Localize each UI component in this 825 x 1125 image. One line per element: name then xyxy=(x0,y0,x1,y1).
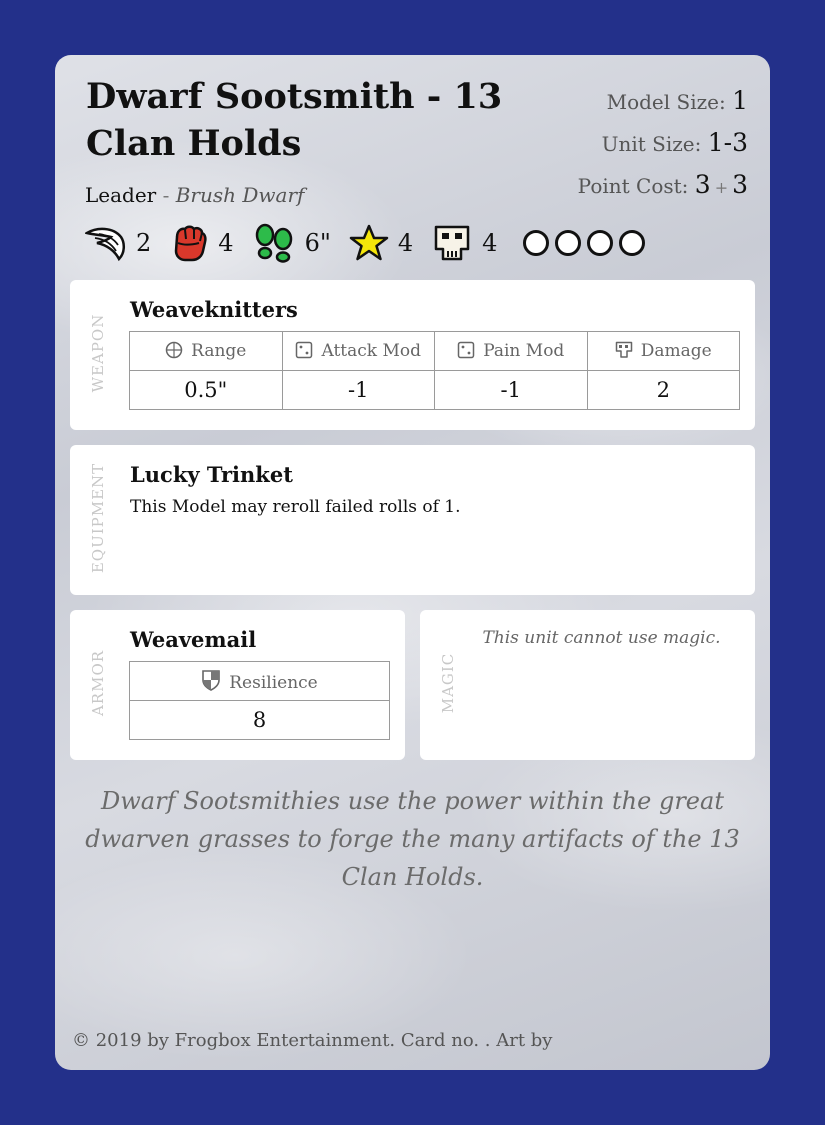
wound-circle[interactable] xyxy=(523,230,550,256)
magic-side-label: MAGIC xyxy=(439,652,457,714)
attack-mod-header: Attack Mod xyxy=(281,331,435,371)
range-value: 0.5" xyxy=(129,370,283,410)
point-cost-base: 3 xyxy=(694,170,711,199)
skull-icon xyxy=(434,225,470,261)
flavor-text: Dwarf Sootsmithies use the power within … xyxy=(85,787,740,891)
footprints-icon xyxy=(255,223,292,263)
table-header-row: Resilience xyxy=(129,661,390,701)
damage-label: Damage xyxy=(640,341,712,361)
stat-melee-value: 4 xyxy=(218,229,234,257)
armor-side-label: ARMOR xyxy=(89,649,107,717)
range-label: Range xyxy=(191,341,247,361)
unit-card: Dwarf Sootsmith - 13 Clan Holds Leader -… xyxy=(55,55,770,1070)
shield-icon xyxy=(202,670,221,691)
pain-mod-value: -1 xyxy=(434,370,588,410)
magic-text: This unit cannot use magic. xyxy=(482,628,721,648)
unit-role: Leader xyxy=(85,183,157,207)
point-cost-plus: + xyxy=(714,178,729,197)
table-row: 0.5" -1 -1 2 xyxy=(129,370,740,410)
card-subtitle: Leader - Brush Dwarf xyxy=(85,183,304,207)
resilience-label: Resilience xyxy=(229,673,318,693)
stat-movement-value: 6" xyxy=(304,229,331,257)
model-size: Model Size: 1 xyxy=(578,85,748,127)
equipment-side-label: EQUIPMENT xyxy=(89,462,107,574)
unit-meta: Model Size: 1 Unit Size: 1-3 Point Cost:… xyxy=(578,85,748,211)
armor-stats-table: Resilience 8 xyxy=(129,661,390,740)
point-cost: Point Cost: 3 +3 xyxy=(578,169,748,211)
die-icon xyxy=(457,341,475,359)
weapon-side-label: WEAPON xyxy=(89,313,107,393)
star-icon xyxy=(349,224,389,261)
unit-size-label: Unit Size: xyxy=(601,132,702,156)
point-cost-extra: 3 xyxy=(732,170,748,199)
point-cost-label: Point Cost: xyxy=(577,174,689,198)
range-header: Range xyxy=(129,331,283,371)
wound-circle[interactable] xyxy=(587,230,614,256)
stat-melee: 4 xyxy=(169,223,234,263)
stat-movement: 6" xyxy=(252,223,331,263)
weapon-panel: WEAPON Weaveknitters Range Attack Mod Pa… xyxy=(70,280,755,430)
crosshair-icon xyxy=(165,341,183,359)
stat-morale: 4 xyxy=(431,223,497,263)
table-header-row: Range Attack Mod Pain Mod Damage xyxy=(129,331,740,371)
die-icon xyxy=(296,341,313,359)
unit-size: Unit Size: 1-3 xyxy=(578,127,748,169)
card-title: Dwarf Sootsmith - 13 Clan Holds xyxy=(86,76,503,164)
damage-header: Damage xyxy=(586,331,740,371)
stat-flight: 2 xyxy=(85,223,151,263)
attack-mod-label: Attack Mod xyxy=(321,341,422,361)
weapon-stats-table: Range Attack Mod Pain Mod Damage 0.5" -1… xyxy=(129,331,740,410)
pain-mod-label: Pain Mod xyxy=(483,341,565,361)
card-footer: © 2019 by Frogbox Entertainment. Card no… xyxy=(72,1030,553,1051)
wound-circle[interactable] xyxy=(555,230,582,256)
model-size-label: Model Size: xyxy=(606,90,726,114)
resilience-header: Resilience xyxy=(129,661,390,701)
armor-name: Weavemail xyxy=(130,627,257,652)
equipment-text: This Model may reroll failed rolls of 1. xyxy=(130,497,461,517)
wing-icon xyxy=(85,227,125,262)
pain-mod-header: Pain Mod xyxy=(434,331,588,371)
damage-icon xyxy=(615,341,633,358)
armor-panel: ARMOR Weavemail Resilience 8 xyxy=(70,610,405,760)
damage-value: 2 xyxy=(586,370,740,410)
stat-skill-value: 4 xyxy=(397,229,414,257)
equipment-name: Lucky Trinket xyxy=(130,462,293,487)
model-size-value: 1 xyxy=(732,86,748,115)
equipment-panel: EQUIPMENT Lucky Trinket This Model may r… xyxy=(70,445,755,595)
wound-tracker xyxy=(523,230,651,256)
stat-skill: 4 xyxy=(349,223,413,263)
resilience-value: 8 xyxy=(129,700,390,740)
stat-flight-value: 2 xyxy=(136,229,152,257)
unit-size-value: 1-3 xyxy=(707,128,748,157)
weapon-name: Weaveknitters xyxy=(130,297,298,322)
stat-bar: 2 4 6" 4 4 xyxy=(85,221,651,265)
table-row: 8 xyxy=(129,700,390,740)
fist-icon xyxy=(175,225,207,262)
magic-panel: MAGIC This unit cannot use magic. xyxy=(420,610,755,760)
stat-morale-value: 4 xyxy=(482,229,498,257)
wound-circle[interactable] xyxy=(619,230,646,256)
subtitle-separator: - xyxy=(162,183,170,207)
attack-mod-value: -1 xyxy=(281,370,435,410)
unit-race: Brush Dwarf xyxy=(175,183,305,207)
